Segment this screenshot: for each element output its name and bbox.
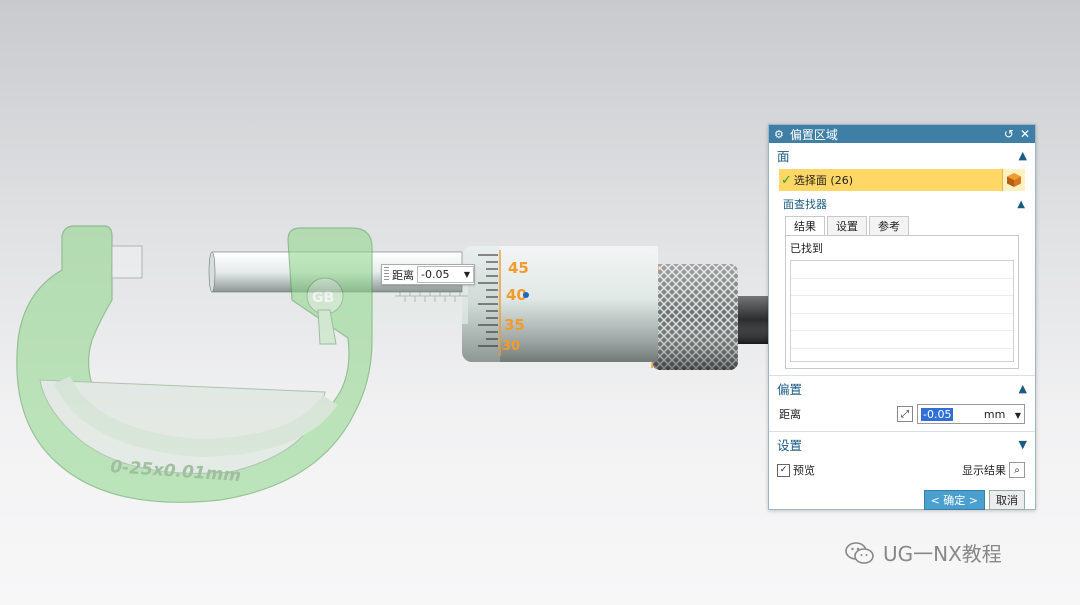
inline-distance-value: -0.05: [421, 268, 450, 281]
preview-row: ✓ 预览 显示结果 ⌕: [777, 460, 1025, 480]
list-item: [791, 314, 1013, 332]
distance-row: 距离 ⤢ -0.05 mm ▼: [779, 403, 1025, 425]
dropdown-arrow-icon[interactable]: ▼: [464, 270, 470, 279]
thimble-number: 30: [502, 339, 520, 354]
magnifier-icon[interactable]: ⌕: [1009, 462, 1025, 478]
knurled-ratchet[interactable]: [651, 264, 738, 370]
preview-checkbox[interactable]: ✓: [777, 463, 790, 477]
chevron-up-icon[interactable]: ▲: [1017, 199, 1025, 210]
chevron-up-icon[interactable]: ▲: [1019, 382, 1027, 395]
thimble[interactable]: 45 40 35 30: [462, 246, 658, 362]
offset-section-title: 偏置: [777, 381, 803, 397]
list-item: [791, 261, 1013, 279]
face-section-title: 面: [777, 148, 790, 164]
tab-results[interactable]: 结果: [785, 216, 825, 235]
distance-label: 距离: [779, 408, 801, 421]
watermark: UG一NX教程: [845, 538, 1002, 567]
dialog-title: 偏置区域: [789, 127, 838, 142]
distance-value: -0.05: [921, 407, 954, 421]
dialog-titlebar[interactable]: ⚙ 偏置区域 ↺ ✕: [769, 125, 1035, 143]
drag-handle-icon[interactable]: [384, 267, 389, 282]
settings-section-header[interactable]: 设置 ▼: [769, 431, 1035, 456]
finder-tabs: 结果 设置 参考: [785, 216, 1035, 235]
list-item: [791, 296, 1013, 314]
finder-tab-body: 已找到: [785, 235, 1019, 369]
select-face-label: 选择面 (26): [793, 174, 853, 187]
thimble-number: 45: [508, 259, 529, 277]
found-label: 已找到: [790, 242, 823, 255]
tab-reference[interactable]: 参考: [869, 216, 909, 235]
reset-icon[interactable]: ↺: [1004, 127, 1014, 141]
dialog-buttons: < 确定 > 取消: [779, 490, 1025, 510]
list-item: [791, 331, 1013, 349]
unit-label: mm: [983, 407, 1006, 421]
inline-distance-field[interactable]: -0.05 ▼: [417, 266, 474, 283]
ok-button[interactable]: < 确定 >: [923, 490, 985, 510]
inline-distance-label: 距离: [392, 268, 414, 282]
offset-region-dialog: ⚙ 偏置区域 ↺ ✕ 面 ▲ ✓ 选择面 (26) 面查找器 ▲ 结果 设置 参…: [768, 124, 1036, 510]
checkmark-icon: ✓: [781, 172, 792, 188]
wechat-icon: [845, 541, 874, 564]
watermark-text: UG一NX教程: [883, 542, 1002, 566]
gear-icon: ⚙: [774, 127, 784, 141]
face-finder-title: 面查找器: [783, 198, 827, 211]
settings-section-title: 设置: [777, 437, 803, 453]
chevron-down-icon[interactable]: ▼: [1019, 438, 1027, 451]
chevron-up-icon[interactable]: ▲: [1019, 149, 1027, 162]
measure-icon[interactable]: ⤢: [897, 406, 913, 422]
inline-distance-input[interactable]: 距离 -0.05 ▼: [381, 264, 475, 285]
frame-logo-text: GB: [312, 290, 334, 306]
close-icon[interactable]: ✕: [1020, 127, 1030, 141]
tab-settings[interactable]: 设置: [827, 216, 867, 235]
found-list[interactable]: [790, 260, 1014, 362]
select-face-row[interactable]: ✓ 选择面 (26): [779, 169, 1025, 191]
offset-section-header[interactable]: 偏置 ▲: [769, 375, 1035, 400]
dropdown-arrow-icon[interactable]: ▼: [1015, 411, 1021, 420]
face-section-header[interactable]: 面 ▲: [769, 143, 1035, 167]
face-select-cube-icon[interactable]: [1002, 169, 1025, 191]
preview-label: 预览: [793, 464, 815, 477]
face-finder-header[interactable]: 面查找器 ▲: [783, 195, 1025, 213]
cancel-button[interactable]: 取消: [989, 490, 1025, 510]
list-item: [791, 279, 1013, 297]
thimble-number: 35: [504, 316, 525, 334]
show-result-label: 显示结果: [962, 464, 1006, 477]
micrometer-frame[interactable]: GB: [16, 225, 373, 503]
distance-input[interactable]: -0.05 mm ▼: [917, 404, 1025, 424]
